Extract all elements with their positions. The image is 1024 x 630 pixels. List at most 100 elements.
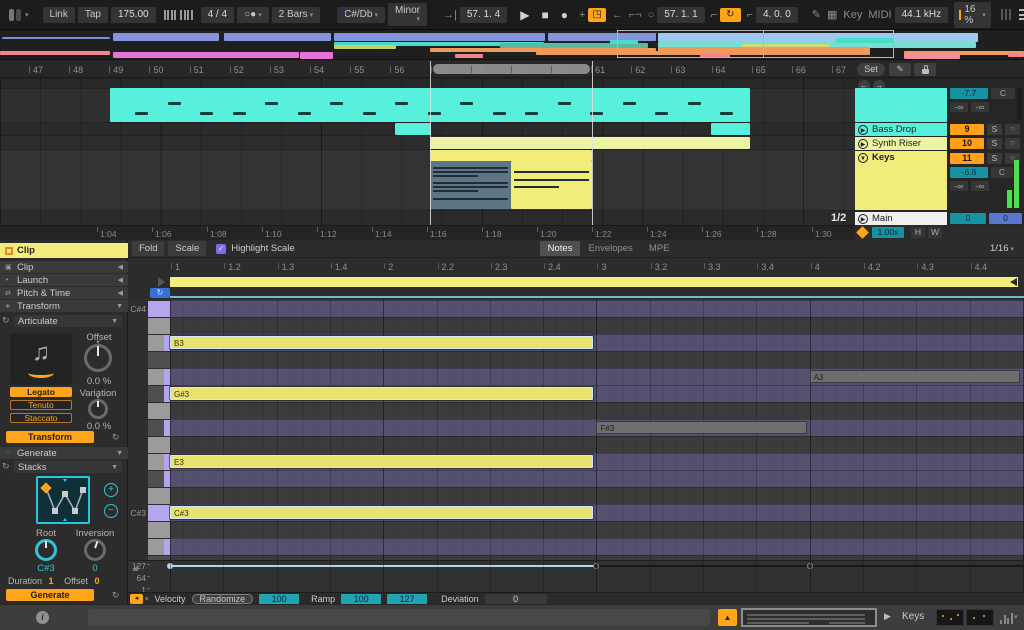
randomize-button[interactable]: Randomize — [192, 594, 254, 604]
bar-ruler[interactable]: Set ✎ 4748495051525354555657585960616263… — [0, 61, 1024, 78]
loop-start-display[interactable]: 57. 1. 1 — [657, 7, 704, 23]
back-to-arrangement-icon[interactable]: ← — [612, 9, 623, 21]
height-zoom-button[interactable]: H — [911, 227, 925, 238]
groove-amount[interactable]: ○●▾ — [237, 7, 269, 23]
time-ruler[interactable]: 1:041:061:081:101:121:141:161:181:201:22… — [0, 225, 855, 240]
key-map-button[interactable]: Key — [843, 9, 862, 21]
track-header-main[interactable]: ▶Main 0 0 — [855, 212, 1024, 225]
track-name[interactable]: Main — [872, 213, 893, 224]
time-signature[interactable]: 4 / 4 — [201, 7, 234, 23]
volume-field[interactable]: -6.6 — [950, 167, 988, 178]
reload-icon[interactable]: ↻ — [2, 315, 10, 326]
count-in-icon[interactable] — [180, 10, 193, 20]
info-icon[interactable]: i — [36, 611, 49, 624]
track-name[interactable]: Bass Drop — [872, 124, 916, 135]
inversion-value[interactable]: 0 — [66, 563, 124, 574]
piano-key[interactable] — [148, 522, 170, 538]
send-a[interactable]: -∞ — [950, 181, 968, 191]
transform-refresh-icon[interactable]: ↻ — [112, 432, 120, 443]
piano-key[interactable] — [148, 301, 170, 317]
offset-value[interactable]: 0.0 % — [72, 376, 126, 387]
transform-apply-button[interactable]: Transform — [6, 431, 94, 443]
legato-button[interactable]: Legato — [10, 387, 72, 397]
midi-note[interactable]: G#3 — [170, 387, 593, 400]
section-pitch-time[interactable]: ⇄Pitch & Time◀ — [0, 287, 128, 299]
scale-button[interactable]: Scale — [168, 241, 206, 256]
menu-icon[interactable] — [1019, 9, 1024, 20]
start-marker-icon[interactable] — [158, 277, 165, 287]
piano-roll[interactable]: C#4C#3B3G#3E3C#3F#3A3 — [128, 300, 1024, 560]
staccato-button[interactable]: Staccato — [10, 413, 72, 423]
loop-length-display[interactable]: 4. 0. 0 — [756, 7, 798, 23]
device-thumbnail-1[interactable] — [936, 609, 964, 626]
midi-note[interactable]: A3 — [810, 370, 1020, 383]
beat-ruler[interactable]: 11.21.31.422.22.32.433.23.33.444.24.34.4 — [128, 258, 1024, 276]
track-number[interactable]: 9 — [950, 124, 984, 135]
highlight-scale-checkbox[interactable]: ✓ — [216, 244, 226, 254]
arrangement-position[interactable]: 57. 1. 4 — [460, 7, 507, 23]
track-number[interactable]: 10 — [950, 138, 984, 149]
arrangement-tracks[interactable] — [0, 78, 855, 225]
midi-note[interactable]: C#3 — [170, 506, 593, 519]
new-button[interactable]: + — [579, 9, 585, 21]
follow-diamond-icon[interactable] — [856, 226, 869, 239]
loop-button[interactable]: ↻ — [720, 8, 740, 22]
arrangement-clip[interactable] — [395, 123, 431, 135]
ramp-from[interactable]: 100 — [341, 594, 381, 604]
piano-key[interactable] — [148, 369, 170, 385]
track-number[interactable]: 11 — [950, 153, 984, 164]
stacks-visualization[interactable] — [36, 476, 90, 524]
root-value[interactable]: C#3 — [22, 563, 70, 574]
arrangement-clip[interactable] — [430, 161, 511, 209]
generate-apply-button[interactable]: Generate — [6, 589, 94, 601]
arrangement-clip[interactable] — [511, 161, 592, 209]
keyboard-icon[interactable]: ▦ — [827, 8, 837, 21]
send-b[interactable]: -∞ — [971, 181, 989, 191]
piano-key[interactable] — [148, 539, 170, 555]
arm-button[interactable]: ○ — [1005, 138, 1020, 149]
arrangement-overview[interactable] — [0, 30, 1024, 60]
piano-key[interactable] — [148, 352, 170, 368]
track-name[interactable]: Keys — [872, 152, 895, 163]
tab-mpe[interactable]: MPE — [641, 241, 678, 256]
cpu-meter[interactable]: 16 %▾ — [954, 2, 991, 28]
send-a[interactable]: -∞ — [950, 102, 968, 112]
tenuto-button[interactable]: Tenuto — [10, 400, 72, 410]
clip-loop-toggle[interactable]: ↻ — [150, 288, 170, 298]
lane-menu-icon[interactable]: ▾ — [145, 595, 149, 603]
show-clip-view-button[interactable]: ▲ — [718, 609, 737, 626]
tempo-display[interactable]: 175.00 — [111, 7, 156, 23]
device-thumbnail-2[interactable] — [966, 609, 994, 626]
velocity-lane[interactable]: ◢ 127641 — [128, 560, 1024, 592]
draw-mode-icon[interactable]: ✎ — [812, 8, 821, 21]
remove-node-button[interactable]: − — [104, 504, 118, 518]
arm-button[interactable]: ○ — [1005, 124, 1020, 135]
root-knob[interactable] — [35, 539, 57, 561]
reload-icon[interactable]: ↻ — [2, 461, 10, 472]
add-node-button[interactable]: + — [104, 483, 118, 497]
track-header-synth-riser[interactable]: ▶Synth Riser 10 S ○ — [855, 137, 1024, 150]
unfold-track-icon[interactable]: ▼ — [858, 153, 868, 163]
piano-key[interactable] — [148, 420, 170, 436]
meter-menu-icon[interactable]: ▾ — [1014, 613, 1018, 621]
piano-key[interactable] — [148, 318, 170, 334]
lane-collapse-button[interactable]: ◂ — [130, 594, 143, 604]
stop-button[interactable]: ■ — [536, 8, 553, 22]
scale-name-menu[interactable]: Minor▾ — [388, 3, 427, 26]
clip-loop-bar[interactable] — [170, 277, 1018, 287]
solo-button[interactable]: S — [987, 153, 1002, 164]
randomize-amount[interactable]: 100 — [259, 594, 299, 604]
lock-icon[interactable] — [914, 63, 936, 76]
track-name[interactable] — [855, 88, 947, 122]
main-meter-left[interactable]: 0 — [950, 213, 986, 224]
ramp-to[interactable]: 127 — [387, 594, 427, 604]
control-surface-icon[interactable]: ▾ — [9, 9, 29, 21]
set-button[interactable]: Set — [857, 63, 885, 76]
device-play-icon[interactable]: ▶ — [884, 611, 891, 622]
clip-panel-title[interactable]: Clip — [0, 243, 128, 258]
punch-in-icon[interactable]: ⌐¬ — [629, 9, 642, 21]
piano-key[interactable] — [148, 471, 170, 487]
piano-key[interactable] — [148, 335, 170, 351]
send-b[interactable]: -∞ — [971, 102, 989, 112]
follow-icon[interactable]: →| — [443, 9, 457, 21]
